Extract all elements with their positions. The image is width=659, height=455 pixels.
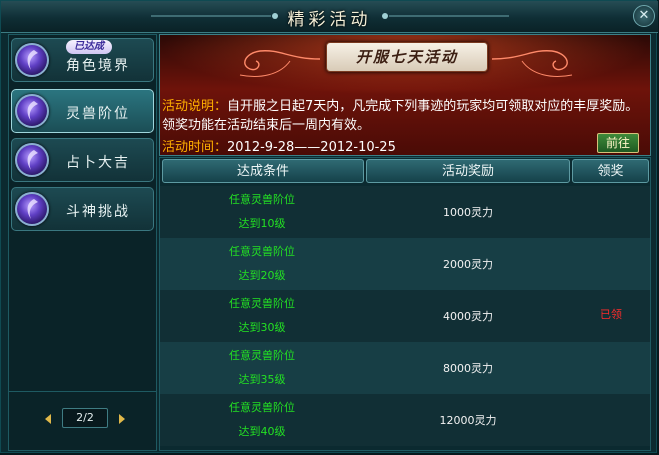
condition-line-1: 任意灵兽阶位 <box>229 297 295 310</box>
event-time: 活动时间：2012-9-28——2012-10-25 <box>162 136 396 155</box>
condition-cell: 任意灵兽阶位 达到20级 <box>160 238 364 290</box>
prev-page-icon[interactable] <box>45 414 51 424</box>
claimed-status: 已领 <box>600 308 622 321</box>
goto-button[interactable]: 前往 <box>597 133 639 153</box>
sidebar-item-label: 角色境界 <box>66 58 130 74</box>
condition-line-1: 任意灵兽阶位 <box>229 245 295 258</box>
header-reward: 活动奖励 <box>366 159 570 183</box>
sidebar-item-label: 斗神挑战 <box>66 204 130 220</box>
flourish-left-icon <box>239 50 320 77</box>
sidebar-item-divination[interactable]: 占卜大吉 <box>11 138 154 182</box>
description-label: 活动说明： <box>162 99 228 114</box>
header-claim: 领奖 <box>572 159 649 183</box>
time-label: 活动时间： <box>162 140 228 155</box>
reward-cell: 4000灵力 <box>443 310 493 323</box>
flourish-right-icon <box>492 50 573 77</box>
activity-sidebar: 已达成 角色境界 灵兽阶位 占卜大吉 斗神挑战 2/2 <box>8 34 157 451</box>
condition-cell: 任意灵兽阶位 达到40级 <box>160 394 364 446</box>
condition-line-2: 达到20级 <box>238 269 286 282</box>
header-condition: 达成条件 <box>162 159 364 183</box>
orb-icon <box>15 192 49 226</box>
table-header: 达成条件 活动奖励 领奖 <box>160 158 650 185</box>
sidebar-item-pet-rank[interactable]: 灵兽阶位 <box>11 89 154 133</box>
reward-cell: 1000灵力 <box>443 206 493 219</box>
orb-icon <box>15 94 49 128</box>
event-title-plaque: 开服七天活动 <box>326 42 488 72</box>
condition-line-2: 达到40级 <box>238 425 286 438</box>
orb-icon <box>15 143 49 177</box>
page-indicator: 2/2 <box>62 408 108 428</box>
condition-line-1: 任意灵兽阶位 <box>229 193 295 206</box>
condition-cell: 任意灵兽阶位 达到30级 <box>160 290 364 342</box>
table-row: 任意灵兽阶位 达到40级 12000灵力 <box>160 394 650 446</box>
title-ornament-right <box>382 13 509 19</box>
next-page-icon[interactable] <box>119 414 125 424</box>
close-icon: ✕ <box>638 8 650 23</box>
condition-cell: 任意灵兽阶位 达到35级 <box>160 342 364 394</box>
title-bar: 精彩活动 ✕ <box>1 1 658 33</box>
reward-cell: 2000灵力 <box>443 258 493 271</box>
sidebar-item-role-realm[interactable]: 已达成 角色境界 <box>11 38 154 82</box>
condition-cell: 任意灵兽阶位 达到10级 <box>160 186 364 238</box>
condition-line-1: 任意灵兽阶位 <box>229 349 295 362</box>
close-button[interactable]: ✕ <box>633 5 655 27</box>
table-row: 任意灵兽阶位 达到35级 8000灵力 <box>160 342 650 394</box>
condition-line-2: 达到10级 <box>238 217 286 230</box>
achieved-badge: 已达成 <box>66 40 112 54</box>
condition-line-2: 达到30级 <box>238 321 286 334</box>
reward-table: 达成条件 活动奖励 领奖 任意灵兽阶位 达到10级 1000灵力 任意灵兽阶位 … <box>159 157 651 451</box>
activity-list: 已达成 角色境界 灵兽阶位 占卜大吉 斗神挑战 <box>9 35 156 391</box>
sidebar-item-battle-god[interactable]: 斗神挑战 <box>11 187 154 231</box>
sidebar-item-label: 灵兽阶位 <box>66 106 130 122</box>
reward-cell: 8000灵力 <box>443 362 493 375</box>
sidebar-item-label: 占卜大吉 <box>66 155 130 171</box>
event-banner: 开服七天活动 活动说明：自开服之日起7天内，凡完成下列事迹的玩家均可领取对应的丰… <box>159 34 651 156</box>
table-row: 任意灵兽阶位 达到10级 1000灵力 <box>160 186 650 238</box>
condition-line-2: 达到35级 <box>238 373 286 386</box>
event-title: 开服七天活动 <box>355 48 458 66</box>
activity-window: 精彩活动 ✕ 已达成 角色境界 灵兽阶位 占卜大吉 斗神挑战 2/2 开服七天活… <box>0 0 658 453</box>
event-description: 活动说明：自开服之日起7天内，凡完成下列事迹的玩家均可领取对应的丰厚奖励。领奖功… <box>162 97 648 135</box>
window-title: 精彩活动 <box>287 10 372 30</box>
orb-icon <box>15 43 49 77</box>
condition-line-1: 任意灵兽阶位 <box>229 401 295 414</box>
table-row: 任意灵兽阶位 达到20级 2000灵力 <box>160 238 650 290</box>
description-text: 自开服之日起7天内，凡完成下列事迹的玩家均可领取对应的丰厚奖励。领奖功能在活动结… <box>162 99 639 133</box>
reward-cell: 12000灵力 <box>439 414 497 427</box>
time-value: 2012-9-28——2012-10-25 <box>227 140 396 155</box>
table-row: 任意灵兽阶位 达到30级 4000灵力 已领 <box>160 290 650 342</box>
sidebar-pager: 2/2 <box>9 391 156 450</box>
